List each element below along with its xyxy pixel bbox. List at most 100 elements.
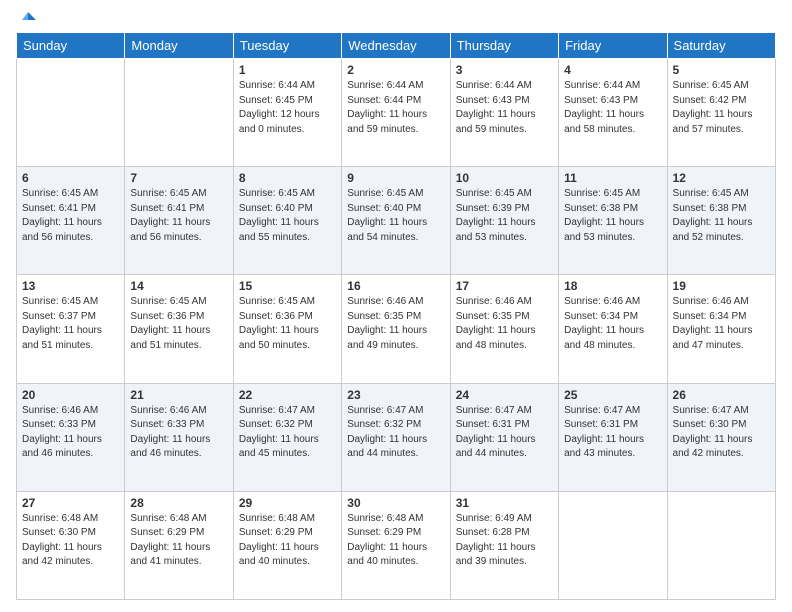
day-info: Sunrise: 6:45 AM Sunset: 6:40 PM Dayligh…: [239, 187, 336, 245]
day-cell: 24 Sunrise: 6:47 AM Sunset: 6:31 PM Dayli…: [450, 383, 558, 491]
day-number: 13: [22, 279, 119, 293]
day-info: Sunrise: 6:45 AM Sunset: 6:36 PM Dayligh…: [239, 295, 336, 353]
day-number: 11: [564, 171, 661, 185]
day-info: Sunrise: 6:48 AM Sunset: 6:29 PM Dayligh…: [347, 512, 444, 570]
day-number: 9: [347, 171, 444, 185]
day-info: Sunrise: 6:46 AM Sunset: 6:33 PM Dayligh…: [130, 404, 227, 462]
day-cell: 11 Sunrise: 6:45 AM Sunset: 6:38 PM Dayli…: [559, 167, 667, 275]
weekday-header-thursday: Thursday: [450, 33, 558, 59]
weekday-header-saturday: Saturday: [667, 33, 775, 59]
day-info: Sunrise: 6:47 AM Sunset: 6:31 PM Dayligh…: [456, 404, 553, 462]
day-cell: 13 Sunrise: 6:45 AM Sunset: 6:37 PM Dayli…: [17, 275, 125, 383]
day-cell: [125, 59, 233, 167]
page: SundayMondayTuesdayWednesdayThursdayFrid…: [0, 0, 792, 612]
weekday-header-sunday: Sunday: [17, 33, 125, 59]
day-cell: 31Sunrise: 6:49 AM Sunset: 6:28 PM Dayli…: [450, 491, 558, 599]
day-number: 1: [239, 63, 336, 77]
day-cell: 19 Sunrise: 6:46 AM Sunset: 6:34 PM Dayli…: [667, 275, 775, 383]
day-cell: [559, 491, 667, 599]
day-info: Sunrise: 6:47 AM Sunset: 6:32 PM Dayligh…: [347, 404, 444, 462]
day-cell: 9 Sunrise: 6:45 AM Sunset: 6:40 PM Daylig…: [342, 167, 450, 275]
day-info: Sunrise: 6:45 AM Sunset: 6:37 PM Dayligh…: [22, 295, 119, 353]
day-info: Sunrise: 6:47 AM Sunset: 6:32 PM Dayligh…: [239, 404, 336, 462]
day-cell: 10 Sunrise: 6:45 AM Sunset: 6:39 PM Dayli…: [450, 167, 558, 275]
day-number: 21: [130, 388, 227, 402]
day-number: 19: [673, 279, 770, 293]
day-info: Sunrise: 6:45 AM Sunset: 6:42 PM Dayligh…: [673, 79, 770, 137]
day-info: Sunrise: 6:44 AM Sunset: 6:44 PM Dayligh…: [347, 79, 444, 137]
day-number: 24: [456, 388, 553, 402]
day-cell: 25Sunrise: 6:47 AM Sunset: 6:31 PM Dayli…: [559, 383, 667, 491]
day-cell: 18Sunrise: 6:46 AM Sunset: 6:34 PM Dayli…: [559, 275, 667, 383]
day-info: Sunrise: 6:48 AM Sunset: 6:29 PM Dayligh…: [239, 512, 336, 570]
day-number: 15: [239, 279, 336, 293]
week-row-5: 27 Sunrise: 6:48 AM Sunset: 6:30 PM Dayli…: [17, 491, 776, 599]
day-cell: 12 Sunrise: 6:45 AM Sunset: 6:38 PM Dayli…: [667, 167, 775, 275]
day-number: 27: [22, 496, 119, 510]
day-cell: 16 Sunrise: 6:46 AM Sunset: 6:35 PM Dayli…: [342, 275, 450, 383]
day-info: Sunrise: 6:46 AM Sunset: 6:35 PM Dayligh…: [456, 295, 553, 353]
week-row-4: 20 Sunrise: 6:46 AM Sunset: 6:33 PM Dayli…: [17, 383, 776, 491]
day-cell: [17, 59, 125, 167]
day-cell: 29 Sunrise: 6:48 AM Sunset: 6:29 PM Dayli…: [233, 491, 341, 599]
day-cell: 2 Sunrise: 6:44 AM Sunset: 6:44 PM Daylig…: [342, 59, 450, 167]
day-number: 6: [22, 171, 119, 185]
weekday-header-friday: Friday: [559, 33, 667, 59]
day-number: 28: [130, 496, 227, 510]
day-number: 3: [456, 63, 553, 77]
day-number: 29: [239, 496, 336, 510]
day-info: Sunrise: 6:46 AM Sunset: 6:34 PM Dayligh…: [673, 295, 770, 353]
day-cell: 1Sunrise: 6:44 AM Sunset: 6:45 PM Daylig…: [233, 59, 341, 167]
day-number: 26: [673, 388, 770, 402]
day-cell: 3 Sunrise: 6:44 AM Sunset: 6:43 PM Daylig…: [450, 59, 558, 167]
day-cell: 15 Sunrise: 6:45 AM Sunset: 6:36 PM Dayli…: [233, 275, 341, 383]
day-number: 17: [456, 279, 553, 293]
day-info: Sunrise: 6:44 AM Sunset: 6:43 PM Dayligh…: [564, 79, 661, 137]
day-cell: 22Sunrise: 6:47 AM Sunset: 6:32 PM Dayli…: [233, 383, 341, 491]
day-cell: 8 Sunrise: 6:45 AM Sunset: 6:40 PM Daylig…: [233, 167, 341, 275]
day-number: 18: [564, 279, 661, 293]
day-info: Sunrise: 6:48 AM Sunset: 6:30 PM Dayligh…: [22, 512, 119, 570]
day-number: 23: [347, 388, 444, 402]
day-info: Sunrise: 6:46 AM Sunset: 6:33 PM Dayligh…: [22, 404, 119, 462]
day-cell: 7 Sunrise: 6:45 AM Sunset: 6:41 PM Daylig…: [125, 167, 233, 275]
day-number: 16: [347, 279, 444, 293]
weekday-header-tuesday: Tuesday: [233, 33, 341, 59]
day-number: 12: [673, 171, 770, 185]
day-cell: 14Sunrise: 6:45 AM Sunset: 6:36 PM Dayli…: [125, 275, 233, 383]
day-cell: 23 Sunrise: 6:47 AM Sunset: 6:32 PM Dayli…: [342, 383, 450, 491]
day-number: 7: [130, 171, 227, 185]
day-number: 2: [347, 63, 444, 77]
day-cell: 5 Sunrise: 6:45 AM Sunset: 6:42 PM Daylig…: [667, 59, 775, 167]
day-info: Sunrise: 6:45 AM Sunset: 6:41 PM Dayligh…: [22, 187, 119, 245]
logo-icon: [18, 10, 38, 30]
week-row-1: 1Sunrise: 6:44 AM Sunset: 6:45 PM Daylig…: [17, 59, 776, 167]
day-number: 31: [456, 496, 553, 510]
day-info: Sunrise: 6:45 AM Sunset: 6:39 PM Dayligh…: [456, 187, 553, 245]
day-cell: 20 Sunrise: 6:46 AM Sunset: 6:33 PM Dayli…: [17, 383, 125, 491]
day-cell: 17 Sunrise: 6:46 AM Sunset: 6:35 PM Dayli…: [450, 275, 558, 383]
day-info: Sunrise: 6:46 AM Sunset: 6:35 PM Dayligh…: [347, 295, 444, 353]
day-info: Sunrise: 6:47 AM Sunset: 6:30 PM Dayligh…: [673, 404, 770, 462]
day-number: 10: [456, 171, 553, 185]
day-info: Sunrise: 6:45 AM Sunset: 6:41 PM Dayligh…: [130, 187, 227, 245]
day-number: 5: [673, 63, 770, 77]
day-cell: 6 Sunrise: 6:45 AM Sunset: 6:41 PM Daylig…: [17, 167, 125, 275]
day-info: Sunrise: 6:45 AM Sunset: 6:40 PM Dayligh…: [347, 187, 444, 245]
day-info: Sunrise: 6:44 AM Sunset: 6:43 PM Dayligh…: [456, 79, 553, 137]
day-info: Sunrise: 6:45 AM Sunset: 6:36 PM Dayligh…: [130, 295, 227, 353]
day-number: 8: [239, 171, 336, 185]
day-cell: 26 Sunrise: 6:47 AM Sunset: 6:30 PM Dayli…: [667, 383, 775, 491]
weekday-header-row: SundayMondayTuesdayWednesdayThursdayFrid…: [17, 33, 776, 59]
day-info: Sunrise: 6:45 AM Sunset: 6:38 PM Dayligh…: [673, 187, 770, 245]
day-cell: 30 Sunrise: 6:48 AM Sunset: 6:29 PM Dayli…: [342, 491, 450, 599]
day-number: 4: [564, 63, 661, 77]
day-info: Sunrise: 6:47 AM Sunset: 6:31 PM Dayligh…: [564, 404, 661, 462]
day-number: 20: [22, 388, 119, 402]
day-number: 30: [347, 496, 444, 510]
day-info: Sunrise: 6:48 AM Sunset: 6:29 PM Dayligh…: [130, 512, 227, 570]
day-cell: 28 Sunrise: 6:48 AM Sunset: 6:29 PM Dayli…: [125, 491, 233, 599]
header: [16, 12, 776, 24]
day-info: Sunrise: 6:45 AM Sunset: 6:38 PM Dayligh…: [564, 187, 661, 245]
day-cell: 4 Sunrise: 6:44 AM Sunset: 6:43 PM Daylig…: [559, 59, 667, 167]
